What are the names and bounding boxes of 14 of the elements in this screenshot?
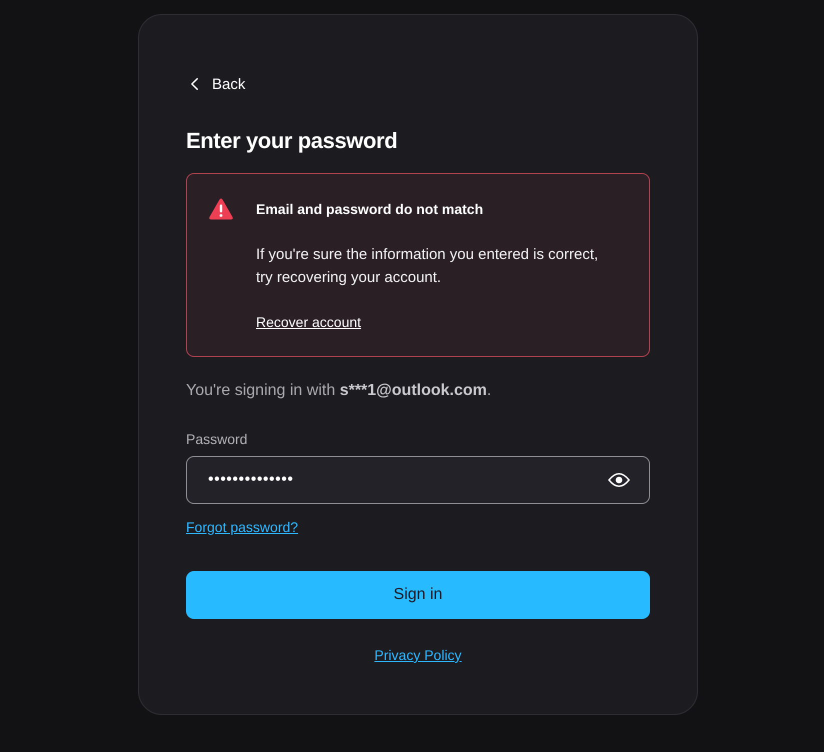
privacy-policy-link[interactable]: Privacy Policy (374, 645, 462, 665)
chevron-left-icon (191, 78, 198, 90)
password-label: Password (186, 430, 248, 449)
alert-message: If you're sure the information you entered is correct, try recovering your account. (256, 245, 600, 288)
alert-title: Email and password do not match (256, 200, 484, 219)
signing-in-note: You're signing in with s***1@outlook.com. (186, 381, 492, 401)
page-title: Enter your password (186, 127, 398, 155)
sign-in-button[interactable]: Sign in (186, 571, 650, 619)
warning-icon (209, 198, 233, 220)
recover-account-link[interactable]: Recover account (256, 311, 362, 334)
password-field[interactable]: •••••••••••••• (186, 456, 650, 504)
eye-icon[interactable] (608, 472, 630, 488)
forgot-password-link[interactable]: Forgot password? (186, 517, 298, 537)
back-link[interactable]: Back (186, 72, 250, 96)
